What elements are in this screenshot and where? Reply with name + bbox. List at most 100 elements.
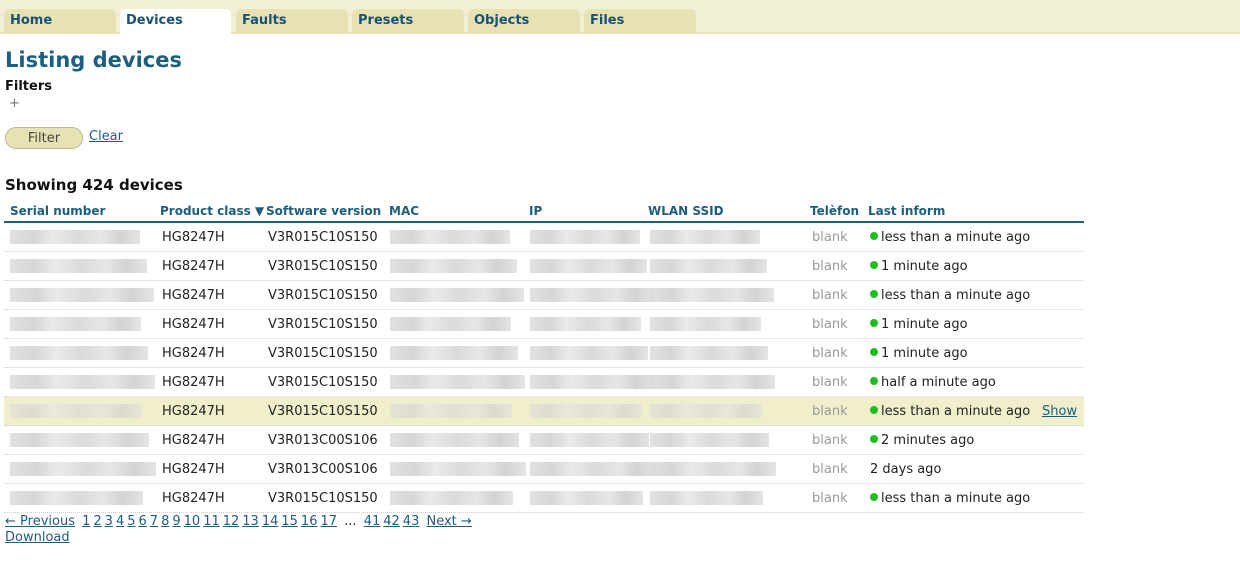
last-inform-cell: 1 minute ago [870,259,968,274]
table-row[interactable]: HG8247H V3R015C10S150 blank less than a min… [4,281,1084,310]
mac-redacted [390,230,510,244]
column-last-inform[interactable]: Last inform [868,204,945,218]
mac-redacted [390,375,525,389]
serial-number-redacted [10,259,147,273]
table-header: Serial number Product class ▼ Software v… [4,201,1084,223]
page-link-14[interactable]: 14 [262,514,279,529]
serial-number-redacted [10,230,140,244]
software-version-cell: V3R013C00S106 [268,433,378,448]
page-link-41[interactable]: 41 [364,514,381,529]
table-row[interactable]: HG8247H V3R013C00S106 blank 2 minutes ago [4,426,1084,455]
column-product-class[interactable]: Product class ▼ [160,204,264,218]
ip-redacted [530,317,641,331]
telefon-cell: blank [812,462,848,477]
tab-home[interactable]: Home [4,9,116,34]
product-class-cell: HG8247H [162,288,225,303]
page-link-13[interactable]: 13 [242,514,259,529]
serial-number-redacted [10,404,142,418]
column-wlan-ssid[interactable]: WLAN SSID [648,204,724,218]
wlan-ssid-redacted [650,491,763,505]
page-link-11[interactable]: 11 [203,514,220,529]
column-serial-number[interactable]: Serial number [10,204,105,218]
online-status-dot-icon [870,493,878,501]
filter-button[interactable]: Filter [5,127,83,149]
tab-objects[interactable]: Objects [468,9,580,34]
next-page-link[interactable]: Next → [426,514,471,529]
product-class-cell: HG8247H [162,259,225,274]
page-link-1[interactable]: 1 [82,514,90,529]
software-version-cell: V3R015C10S150 [268,491,378,506]
online-status-dot-icon [870,348,878,356]
table-row[interactable]: HG8247H V3R015C10S150 blank less than a min… [4,223,1084,252]
mac-redacted [390,346,518,360]
page-link-8[interactable]: 8 [161,514,169,529]
table-row[interactable]: HG8247H V3R015C10S150 blank 1 minute ago [4,252,1084,281]
product-class-cell: HG8247H [162,462,225,477]
wlan-ssid-redacted [650,259,767,273]
last-inform-text: less than a minute ago [881,230,1031,245]
column-software-version[interactable]: Software version [266,204,381,218]
tab-presets[interactable]: Presets [352,9,464,34]
product-class-cell: HG8247H [162,230,225,245]
last-inform-cell: half a minute ago [870,375,996,390]
previous-page-link[interactable]: ← Previous [5,514,75,529]
download-link[interactable]: Download [5,530,70,545]
ip-redacted [530,288,654,302]
telefon-cell: blank [812,259,848,274]
tab-faults[interactable]: Faults [236,9,348,34]
mac-redacted [390,317,511,331]
table-row[interactable]: HG8247H V3R015C10S150 blank half a minute a… [4,368,1084,397]
page-link-5[interactable]: 5 [127,514,135,529]
filters-label: Filters [5,79,52,94]
online-status-dot-icon [870,261,878,269]
last-inform-text: 2 days ago [870,462,942,477]
ip-redacted [530,259,647,273]
clear-link[interactable]: Clear [89,129,123,144]
online-status-dot-icon [870,319,878,327]
tab-devices[interactable]: Devices [120,9,231,36]
page-link-15[interactable]: 15 [281,514,298,529]
table-row[interactable]: HG8247H V3R015C10S150 blank 1 minute ago [4,339,1084,368]
product-class-cell: HG8247H [162,346,225,361]
wlan-ssid-redacted [650,375,775,389]
last-inform-cell: 2 days ago [870,462,941,477]
page-title: Listing devices [5,48,182,72]
table-row[interactable]: HG8247H V3R015C10S150 blank less than a min… [4,397,1084,426]
page-link-16[interactable]: 16 [301,514,318,529]
table-row[interactable]: HG8247H V3R013C00S106 blank 2 days ago [4,455,1084,484]
telefon-cell: blank [812,375,848,390]
page-link-42[interactable]: 42 [383,514,400,529]
page-link-9[interactable]: 9 [172,514,180,529]
page-link-3[interactable]: 3 [105,514,113,529]
column-mac[interactable]: MAC [389,204,419,218]
top-navigation: Home Devices Faults Presets Objects File… [0,0,1240,36]
tab-files[interactable]: Files [584,9,696,34]
page-link-17[interactable]: 17 [320,514,337,529]
page-link-7[interactable]: 7 [150,514,158,529]
page-link-12[interactable]: 12 [223,514,240,529]
wlan-ssid-redacted [650,433,769,447]
online-status-dot-icon [870,232,878,240]
column-telefon[interactable]: Telèfon [810,204,859,218]
page-link-2[interactable]: 2 [93,514,101,529]
page-link-10[interactable]: 10 [184,514,201,529]
page-link-6[interactable]: 6 [139,514,147,529]
last-inform-text: 2 minutes ago [881,433,975,448]
page-link-4[interactable]: 4 [116,514,124,529]
online-status-dot-icon [870,290,878,298]
page-link-43[interactable]: 43 [403,514,420,529]
show-device-link[interactable]: Show [1042,404,1077,419]
software-version-cell: V3R015C10S150 [268,346,378,361]
table-row[interactable]: HG8247H V3R015C10S150 blank 1 minute ago [4,310,1084,339]
column-ip[interactable]: IP [529,204,542,218]
table-row[interactable]: HG8247H V3R015C10S150 blank less than a min… [4,484,1084,513]
online-status-dot-icon [870,435,878,443]
telefon-cell: blank [812,317,848,332]
last-inform-text: 1 minute ago [881,317,968,332]
wlan-ssid-redacted [650,346,768,360]
serial-number-redacted [10,317,141,331]
ip-redacted [530,346,648,360]
last-inform-cell: less than a minute ago [870,404,1030,419]
serial-number-redacted [10,491,143,505]
add-filter-icon[interactable]: + [9,96,20,111]
